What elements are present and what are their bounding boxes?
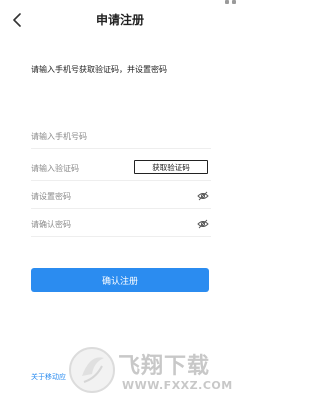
watermark-text-cn: 飞翔下载 — [118, 354, 211, 379]
confirm-password-field[interactable]: 请确认密码 — [31, 214, 211, 237]
page-title: 申请注册 — [95, 13, 144, 27]
phone-placeholder: 请输入手机号码 — [31, 132, 87, 141]
confirm-register-button[interactable]: 确认注册 — [31, 268, 209, 292]
about-link[interactable]: 关于移动应 — [31, 372, 66, 382]
phone-field[interactable]: 请输入手机号码 — [31, 126, 211, 149]
wifi-icon — [225, 0, 229, 4]
watermark: 飞翔下载 WWW.FXXZ.COM — [68, 336, 240, 400]
status-icons — [225, 0, 236, 4]
password-field[interactable]: 请设置密码 — [31, 186, 211, 209]
get-code-button[interactable]: 获取验证码 — [134, 160, 208, 174]
code-placeholder: 请输入验证码 — [31, 164, 79, 173]
confirm-placeholder: 请确认密码 — [31, 220, 71, 229]
watermark-logo-icon — [69, 347, 115, 393]
status-bar — [0, 0, 240, 8]
verification-code-field[interactable]: 请输入验证码 获取验证码 — [31, 158, 211, 181]
eye-off-icon[interactable] — [197, 219, 209, 229]
battery-icon — [232, 0, 236, 4]
watermark-text-en: WWW.FXXZ.COM — [122, 379, 233, 392]
password-placeholder: 请设置密码 — [31, 192, 71, 201]
instruction-text: 请输入手机号获取验证码，并设置密码 — [31, 65, 167, 74]
eye-off-icon[interactable] — [197, 191, 209, 201]
header: 申请注册 — [0, 8, 240, 32]
